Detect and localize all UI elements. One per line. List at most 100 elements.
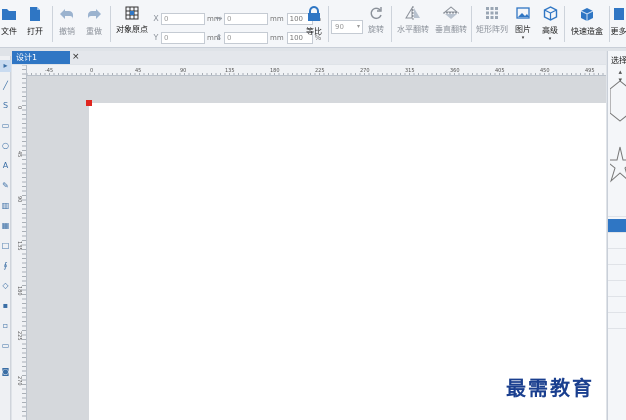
- quick-box-button[interactable]: 快速造盒: [568, 6, 606, 46]
- redo-icon: [88, 9, 101, 19]
- text-tool-icon[interactable]: A: [0, 160, 11, 172]
- image-icon: [516, 7, 530, 19]
- barcode-tool-icon[interactable]: ▥: [0, 200, 11, 212]
- star-shape-icon[interactable]: [610, 145, 626, 185]
- height-input[interactable]: 0: [224, 31, 268, 44]
- redo-button[interactable]: 重做: [83, 6, 105, 46]
- image-button[interactable]: 图片 ▾: [512, 6, 534, 46]
- toolbar-separator: [328, 6, 329, 42]
- vertical-ruler: 04590135180225270315: [12, 65, 27, 420]
- chevron-down-icon: ▾: [356, 23, 360, 30]
- lock-ratio-button[interactable]: 等比: [303, 6, 325, 46]
- ruler-label: -45: [45, 68, 53, 74]
- select-tool-icon[interactable]: ▸: [0, 60, 11, 72]
- ruler-label: 495: [585, 68, 595, 74]
- rotate-button[interactable]: 旋转: [366, 6, 386, 46]
- panel-title: 选择: [611, 56, 626, 65]
- flip-vertical-button[interactable]: 垂直翻转: [433, 6, 469, 46]
- ellipse-tool-icon[interactable]: ○: [0, 140, 11, 152]
- advanced-button[interactable]: 高级 ▾: [539, 6, 561, 46]
- image-label: 图片: [515, 25, 531, 34]
- x-position-input[interactable]: 0: [161, 12, 205, 25]
- lock-icon: [308, 6, 320, 21]
- list-item[interactable]: [608, 283, 626, 297]
- y-axis-icon: Y: [153, 33, 159, 42]
- rotation-angle-value: 90: [335, 23, 344, 31]
- ruler-label: 90: [180, 68, 186, 74]
- app-window: 文件 打开 撤销 重做 对象原点 X 0 mm Y 0 mm ↔ 0 mm 10…: [0, 0, 626, 420]
- height-icon: ↕: [215, 33, 223, 42]
- open-label: 打开: [27, 27, 43, 36]
- paint-tool-icon[interactable]: ∮: [0, 260, 11, 272]
- matrix-array-label: 矩形阵列: [476, 25, 508, 34]
- table-tool-icon[interactable]: ▦: [0, 220, 11, 232]
- ruler-label: 360: [450, 68, 460, 74]
- flip-vertical-label: 垂直翻转: [435, 25, 467, 34]
- tab-design-1[interactable]: 设计1: [12, 51, 70, 64]
- cube-icon: [543, 6, 557, 21]
- shape-tool-icon[interactable]: □: [0, 240, 11, 252]
- list-item[interactable]: [608, 251, 626, 265]
- list-item[interactable]: [608, 315, 626, 329]
- list-item[interactable]: [608, 235, 626, 249]
- horizontal-ruler: -450459013518022527031536040545049554058…: [27, 65, 606, 76]
- flip-horizontal-button[interactable]: 水平翻转: [395, 6, 431, 46]
- object-origin-button[interactable]: 对象原点: [113, 6, 151, 46]
- y-position-field-group: Y 0 mm: [151, 31, 221, 44]
- selection-panel: 选择 ▴ ▾: [607, 51, 626, 420]
- width-input[interactable]: 0: [224, 12, 268, 25]
- list-item[interactable]: [608, 203, 626, 217]
- rotation-angle-select[interactable]: 90 ▾: [331, 20, 363, 34]
- undo-button[interactable]: 撤销: [56, 6, 78, 46]
- undo-icon: [60, 9, 73, 19]
- toolbar-separator: [609, 6, 610, 42]
- more-label: 更多: [611, 27, 626, 36]
- matrix-array-button[interactable]: 矩形阵列: [474, 6, 510, 46]
- flip-horizontal-icon: [405, 6, 420, 20]
- width-icon: ↔: [215, 14, 223, 23]
- list-item[interactable]: [608, 299, 626, 313]
- eraser-tool-icon[interactable]: ◇: [0, 280, 11, 292]
- curve-tool-icon[interactable]: S: [0, 100, 11, 112]
- matrix-grid-icon: [486, 7, 498, 19]
- main-toolbar: 文件 打开 撤销 重做 对象原点 X 0 mm Y 0 mm ↔ 0 mm 10…: [0, 0, 626, 48]
- document-tab-bar: 设计1 ×: [12, 51, 606, 64]
- rotate-label: 旋转: [368, 25, 384, 34]
- settings-tool-icon[interactable]: ◙: [0, 366, 11, 378]
- watermark-text: 最需教育: [506, 376, 594, 400]
- undo-label: 撤销: [59, 27, 75, 36]
- design-workspace[interactable]: 最需教育: [27, 76, 606, 420]
- file-label: 文件: [1, 27, 17, 36]
- open-button[interactable]: 打开: [24, 6, 46, 46]
- y-position-input[interactable]: 0: [161, 31, 205, 44]
- chevron-up-icon: ▴: [618, 68, 622, 76]
- toolbar-separator: [471, 6, 472, 42]
- ruler-label: 135: [225, 68, 235, 74]
- ruler-label: 45: [16, 151, 22, 157]
- more-icon: [613, 8, 624, 20]
- measure-tool-icon[interactable]: ▭: [0, 340, 11, 352]
- pen-tool-icon[interactable]: ✎: [0, 180, 11, 192]
- x-position-field-group: X 0 mm: [151, 12, 221, 25]
- rectangle-tool-icon[interactable]: ▭: [0, 120, 11, 132]
- crop-tool-icon[interactable]: ▫: [0, 320, 11, 332]
- hexagon-shape-icon[interactable]: [610, 79, 626, 123]
- line-tool-icon[interactable]: ╱: [0, 80, 11, 92]
- origin-marker[interactable]: [86, 100, 92, 106]
- width-unit-label: mm: [270, 14, 284, 23]
- height-unit-label: mm: [270, 33, 284, 42]
- ruler-label: 450: [540, 68, 550, 74]
- drawing-tools-panel: ▸ ╱ S ▭ ○ A ✎ ▥ ▦ □ ∮ ◇ ▪ ▫ ▭ ◙: [0, 56, 11, 420]
- ruler-label: 135: [16, 241, 22, 251]
- fill-tool-icon[interactable]: ▪: [0, 300, 11, 312]
- toolbar-separator: [52, 6, 53, 42]
- file-button[interactable]: 文件: [0, 6, 18, 46]
- chevron-down-icon: ▾: [548, 36, 552, 42]
- chevron-down-icon: ▾: [521, 35, 525, 41]
- more-button[interactable]: 更多: [611, 6, 626, 46]
- close-icon[interactable]: ×: [72, 51, 80, 64]
- list-item[interactable]: [608, 267, 626, 281]
- ruler-label: 0: [90, 68, 93, 74]
- ruler-label: 225: [315, 68, 325, 74]
- list-item-selected[interactable]: [608, 219, 626, 233]
